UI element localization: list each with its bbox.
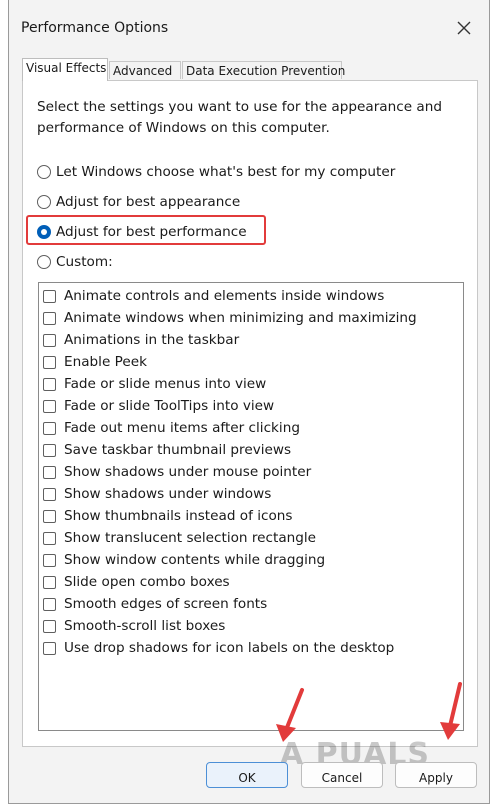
checkbox[interactable]	[43, 421, 56, 435]
list-item[interactable]: Smooth edges of screen fonts	[43, 593, 267, 615]
radio-label: Adjust for best performance	[56, 224, 247, 240]
ok-button[interactable]: OK	[206, 762, 288, 788]
checkbox[interactable]	[43, 443, 56, 457]
effects-checkbox-list[interactable]: Animate controls and elements inside win…	[38, 282, 464, 731]
checkbox[interactable]	[43, 575, 56, 589]
list-item[interactable]: Show translucent selection rectangle	[43, 527, 316, 549]
list-item[interactable]: Show thumbnails instead of icons	[43, 505, 292, 527]
checkbox[interactable]	[43, 641, 56, 655]
close-icon[interactable]	[455, 19, 473, 37]
window-title: Performance Options	[21, 20, 169, 36]
checkbox-label: Fade or slide ToolTips into view	[64, 398, 275, 414]
checkbox[interactable]	[43, 487, 56, 501]
tab-advanced[interactable]: Advanced	[109, 61, 181, 79]
radio-button-selected[interactable]	[37, 225, 51, 239]
checkbox-label: Fade or slide menus into view	[64, 376, 267, 392]
checkbox[interactable]	[43, 377, 56, 391]
checkbox[interactable]	[43, 465, 56, 479]
checkbox-label: Show shadows under mouse pointer	[64, 464, 312, 480]
checkbox[interactable]	[43, 553, 56, 567]
checkbox-label: Smooth edges of screen fonts	[64, 596, 268, 612]
checkbox-label: Save taskbar thumbnail previews	[64, 442, 292, 458]
list-item[interactable]: Fade or slide menus into view	[43, 373, 266, 395]
checkbox-label: Fade out menu items after clicking	[64, 420, 300, 436]
checkbox-label: Animate windows when minimizing and maxi…	[64, 310, 417, 326]
list-item[interactable]: Fade out menu items after clicking	[43, 417, 300, 439]
list-item[interactable]: Smooth-scroll list boxes	[43, 615, 225, 637]
checkbox[interactable]	[43, 333, 56, 347]
checkbox-label: Animations in the taskbar	[64, 332, 240, 348]
checkbox[interactable]	[43, 597, 56, 611]
radio-label: Let Windows choose what's best for my co…	[56, 164, 396, 180]
radio-button[interactable]	[37, 195, 51, 209]
list-item[interactable]: Slide open combo boxes	[43, 571, 230, 593]
list-item[interactable]: Show window contents while dragging	[43, 549, 325, 571]
cancel-button[interactable]: Cancel	[301, 762, 383, 788]
checkbox-label: Slide open combo boxes	[64, 574, 230, 590]
tab-visual-effects[interactable]: Visual Effects	[22, 58, 108, 81]
tab-data-execution-prevention[interactable]: Data Execution Prevention	[182, 61, 345, 79]
checkbox-label: Show translucent selection rectangle	[64, 530, 317, 546]
list-item[interactable]: Save taskbar thumbnail previews	[43, 439, 291, 461]
radio-best-appearance[interactable]: Adjust for best appearance	[37, 191, 240, 213]
checkbox[interactable]	[43, 311, 56, 325]
visual-effects-panel: Select the settings you want to use for …	[22, 80, 478, 747]
title-bar[interactable]: Performance Options	[9, 0, 489, 56]
checkbox-label: Smooth-scroll list boxes	[64, 618, 226, 634]
radio-let-windows-choose[interactable]: Let Windows choose what's best for my co…	[37, 161, 395, 183]
checkbox[interactable]	[43, 531, 56, 545]
radio-button[interactable]	[37, 255, 51, 269]
performance-options-dialog: Performance Options Visual Effects Advan…	[8, 0, 490, 804]
checkbox-label: Animate controls and elements inside win…	[64, 288, 385, 304]
checkbox[interactable]	[43, 399, 56, 413]
list-item[interactable]: Animate windows when minimizing and maxi…	[43, 307, 417, 329]
checkbox-label: Enable Peek	[64, 354, 147, 370]
checkbox-label: Show thumbnails instead of icons	[64, 508, 293, 524]
radio-best-performance[interactable]: Adjust for best performance	[37, 221, 247, 243]
apply-button[interactable]: Apply	[395, 762, 477, 788]
checkbox[interactable]	[43, 355, 56, 369]
list-item[interactable]: Animate controls and elements inside win…	[43, 285, 384, 307]
checkbox[interactable]	[43, 289, 56, 303]
radio-custom[interactable]: Custom:	[37, 251, 113, 273]
list-item[interactable]: Enable Peek	[43, 351, 147, 373]
radio-button[interactable]	[37, 165, 51, 179]
checkbox-label: Show window contents while dragging	[64, 552, 326, 568]
radio-label: Adjust for best appearance	[56, 194, 241, 210]
list-item[interactable]: Show shadows under windows	[43, 483, 271, 505]
panel-description: Select the settings you want to use for …	[37, 99, 442, 136]
radio-label: Custom:	[56, 254, 113, 270]
checkbox[interactable]	[43, 619, 56, 633]
list-item[interactable]: Fade or slide ToolTips into view	[43, 395, 274, 417]
checkbox[interactable]	[43, 509, 56, 523]
list-item[interactable]: Use drop shadows for icon labels on the …	[43, 637, 394, 659]
list-item[interactable]: Show shadows under mouse pointer	[43, 461, 311, 483]
checkbox-label: Show shadows under windows	[64, 486, 272, 502]
list-item[interactable]: Animations in the taskbar	[43, 329, 239, 351]
checkbox-label: Use drop shadows for icon labels on the …	[64, 640, 395, 656]
